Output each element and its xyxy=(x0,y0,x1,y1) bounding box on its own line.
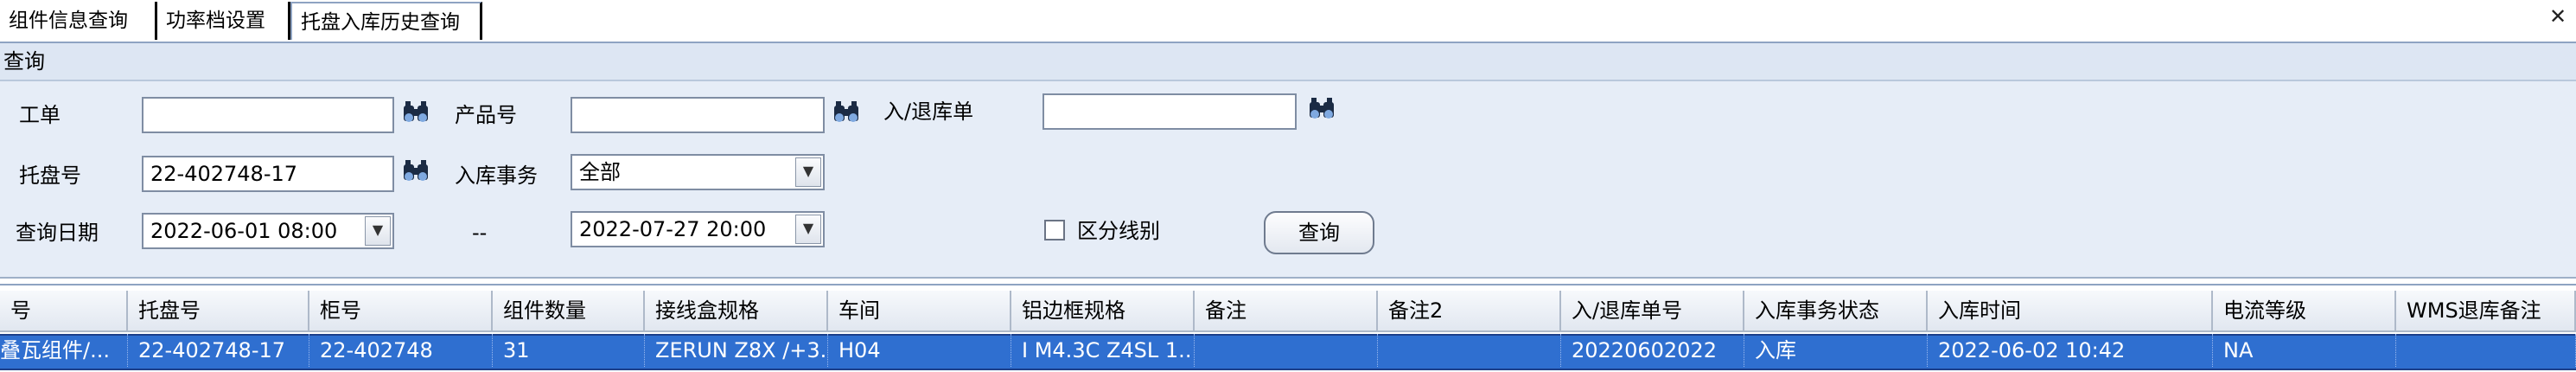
column-header-order-no[interactable]: 入/退库单号 xyxy=(1561,291,1744,332)
cell-module-qty[interactable]: 31 xyxy=(493,334,645,367)
cell-remark2[interactable] xyxy=(1378,334,1561,367)
transaction-select[interactable]: 全部 ▼ xyxy=(571,154,825,190)
line-distinguish-checkbox[interactable] xyxy=(1044,220,1065,241)
column-header-transaction-status[interactable]: 入库事务状态 xyxy=(1744,291,1928,332)
work-order-input[interactable] xyxy=(142,97,394,133)
cell-in-time[interactable]: 2022-06-02 10:42 xyxy=(1928,334,2213,367)
cell-junction-box[interactable]: ZERUN Z8X /+3... xyxy=(645,334,828,367)
cell-pallet-no[interactable]: 22-402748-17 xyxy=(128,334,309,367)
column-header-no[interactable]: 号 xyxy=(0,291,128,332)
date-to-value: 2022-07-27 20:00 xyxy=(579,217,767,241)
transaction-select-value: 全部 xyxy=(579,160,621,184)
tab-pallet-history[interactable]: 托盘入库历史查询 xyxy=(290,2,482,40)
product-no-input[interactable] xyxy=(571,97,825,133)
column-header-pallet-no[interactable]: 托盘号 xyxy=(128,291,309,332)
in-out-order-lookup-icon[interactable] xyxy=(1307,95,1336,125)
date-separator: -- xyxy=(472,221,488,245)
chevron-down-icon[interactable]: ▼ xyxy=(795,215,821,244)
cell-frame-spec[interactable]: I M4.3C Z4SL 1... xyxy=(1011,334,1195,367)
line-distinguish-label: 区分线别 xyxy=(1077,219,1160,243)
product-no-label: 产品号 xyxy=(455,103,517,127)
close-icon[interactable]: ✕ xyxy=(2545,3,2571,29)
column-header-remark2[interactable]: 备注2 xyxy=(1378,291,1561,332)
cell-remark[interactable] xyxy=(1195,334,1378,367)
query-section-header: 查询 xyxy=(0,43,2576,81)
pallet-no-input[interactable]: 22-402748-17 xyxy=(142,156,394,192)
date-label: 查询日期 xyxy=(16,221,99,245)
pallet-no-lookup-icon[interactable] xyxy=(401,157,430,187)
column-header-current-grade[interactable]: 电流等级 xyxy=(2213,291,2396,332)
cell-current-grade[interactable]: NA xyxy=(2213,334,2396,367)
search-button[interactable]: 查询 xyxy=(1264,211,1374,254)
work-order-lookup-icon[interactable] xyxy=(401,99,430,128)
cell-order-no[interactable]: 20220602022 xyxy=(1561,334,1744,367)
product-no-lookup-icon[interactable] xyxy=(832,99,861,128)
pallet-no-label: 托盘号 xyxy=(19,164,81,188)
date-from-picker[interactable]: 2022-06-01 08:00 ▼ xyxy=(142,213,394,249)
work-order-label: 工单 xyxy=(19,103,61,127)
column-header-wms-remark[interactable]: WMS退库备注 xyxy=(2396,291,2576,332)
column-header-remark[interactable]: 备注 xyxy=(1195,291,1378,332)
column-header-workshop[interactable]: 车间 xyxy=(828,291,1011,332)
date-to-picker[interactable]: 2022-07-27 20:00 ▼ xyxy=(571,211,825,247)
chevron-down-icon[interactable]: ▼ xyxy=(795,157,821,187)
cell-cabinet-no[interactable]: 22-402748 xyxy=(309,334,493,367)
in-out-order-label: 入/退库单 xyxy=(883,99,974,124)
tab-component-info[interactable]: 组件信息查询 xyxy=(0,2,157,40)
date-from-value: 2022-06-01 08:00 xyxy=(150,219,338,243)
column-header-cabinet-no[interactable]: 柜号 xyxy=(309,291,493,332)
transaction-label: 入库事务 xyxy=(455,164,538,188)
cell-no[interactable]: 叠瓦组件/... xyxy=(0,334,128,367)
tab-power-grade[interactable]: 功率档设置 xyxy=(157,2,290,40)
chevron-down-icon[interactable]: ▼ xyxy=(365,216,391,246)
tab-strip: 组件信息查询 功率档设置 托盘入库历史查询 ✕ xyxy=(0,0,2576,43)
in-out-order-input[interactable] xyxy=(1043,93,1297,130)
cell-workshop[interactable]: H04 xyxy=(828,334,1011,367)
column-header-module-qty[interactable]: 组件数量 xyxy=(493,291,645,332)
cell-transaction-status[interactable]: 入库 xyxy=(1744,334,1928,367)
cell-wms-remark[interactable] xyxy=(2396,334,2576,367)
column-header-in-time[interactable]: 入库时间 xyxy=(1928,291,2213,332)
column-header-frame-spec[interactable]: 铝边框规格 xyxy=(1011,291,1195,332)
query-section-title: 查询 xyxy=(3,49,45,74)
column-header-junction-box[interactable]: 接线盒规格 xyxy=(645,291,828,332)
